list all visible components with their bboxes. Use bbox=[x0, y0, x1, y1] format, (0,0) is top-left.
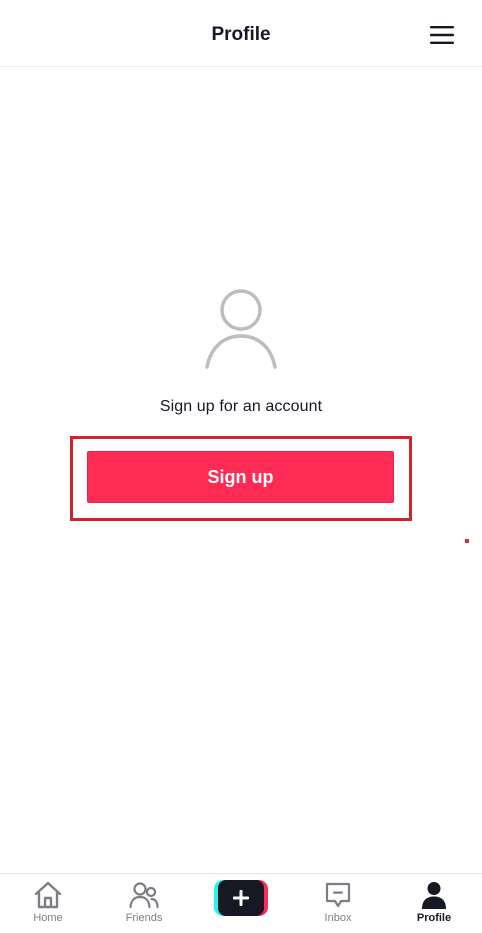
page-title: Profile bbox=[211, 24, 271, 45]
signup-button[interactable]: Sign up bbox=[87, 451, 394, 503]
inbox-icon bbox=[325, 882, 351, 908]
person-outline-icon bbox=[205, 289, 277, 369]
nav-label-inbox: Inbox bbox=[324, 912, 352, 924]
nav-item-home[interactable]: Home bbox=[0, 874, 96, 933]
menu-button[interactable] bbox=[424, 20, 460, 50]
nav-item-inbox[interactable]: Inbox bbox=[290, 874, 386, 933]
plus-icon bbox=[233, 890, 249, 906]
hamburger-menu-icon bbox=[430, 26, 454, 44]
nav-item-profile[interactable]: Profile bbox=[386, 874, 482, 933]
red-dot-marker bbox=[465, 539, 469, 543]
nav-label-home: Home bbox=[33, 912, 63, 924]
friends-icon bbox=[129, 882, 159, 909]
nav-label-friends: Friends bbox=[125, 912, 163, 924]
top-header: Profile bbox=[0, 0, 482, 67]
profile-screen: Profile Sign up for an account Sign up H… bbox=[0, 0, 482, 933]
bottom-navigation: Home Friends Inbox Profile bbox=[0, 873, 482, 933]
nav-label-profile: Profile bbox=[416, 912, 452, 924]
nav-item-friends[interactable]: Friends bbox=[96, 874, 192, 933]
profile-icon bbox=[422, 882, 446, 909]
create-button[interactable] bbox=[214, 880, 268, 916]
home-icon bbox=[34, 881, 62, 909]
signup-prompt: Sign up for an account bbox=[159, 398, 323, 415]
